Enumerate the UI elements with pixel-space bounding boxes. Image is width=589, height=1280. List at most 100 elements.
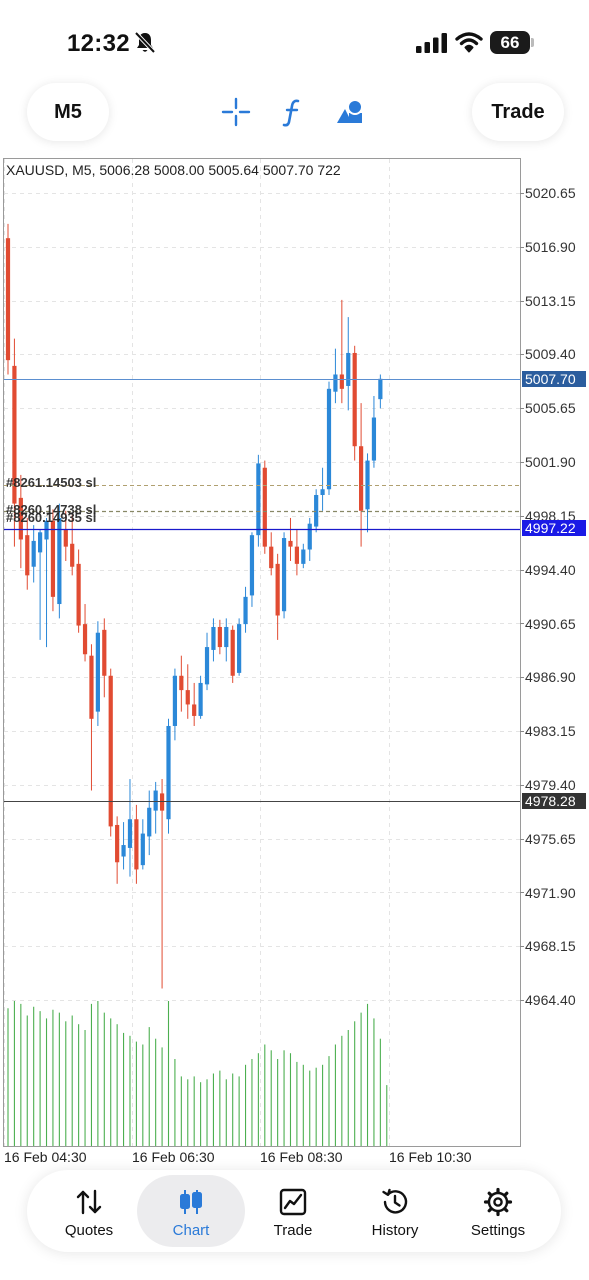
bull-candle (57, 517, 62, 605)
trade-button[interactable]: Trade (472, 83, 564, 141)
bear-candle (192, 704, 197, 716)
bull-candle (211, 626, 216, 650)
bull-candle (204, 647, 210, 685)
bull-candle (307, 523, 312, 550)
tab-trade[interactable]: Trade (239, 1175, 347, 1247)
time-tick: 16 Feb 06:30 (132, 1149, 215, 1165)
crosshair-icon[interactable] (221, 97, 251, 127)
bull-candle (243, 596, 248, 625)
tab-label: Chart (172, 1222, 210, 1239)
tab-quotes[interactable]: Quotes (35, 1175, 143, 1247)
bull-candle (127, 819, 133, 848)
time-tick: 16 Feb 10:30 (389, 1149, 472, 1165)
bull-candle (38, 532, 43, 553)
price-tick: 4994.40 (525, 562, 576, 578)
bull-candle (365, 460, 370, 510)
status-bar: 12:32 66 (0, 0, 589, 70)
bear-candle (63, 529, 68, 547)
price-tick: 5009.40 (525, 346, 576, 362)
bear-candle (288, 540, 293, 547)
bull-candle (121, 845, 126, 857)
bear-candle (50, 520, 56, 597)
bull-candle (95, 632, 100, 712)
wifi-icon (455, 32, 483, 53)
bid-price-tag: 5007.70 (522, 371, 586, 387)
bear-candle (115, 824, 120, 863)
bear-candle (76, 563, 81, 626)
price-tick: 5020.65 (525, 185, 576, 201)
price-tick: 4971.90 (525, 885, 576, 901)
bear-candle (275, 563, 280, 616)
bull-candle (301, 549, 306, 564)
bear-candle (82, 624, 88, 655)
bull-candle (326, 388, 332, 490)
chart-header: XAUUSD, M5, 5006.28 5008.00 5005.64 5007… (6, 162, 341, 178)
price-tick: 5016.90 (525, 239, 576, 255)
price-tick: 4968.15 (525, 938, 576, 954)
bear-candle (359, 446, 364, 511)
bull-candle (166, 725, 171, 820)
bear-candle (294, 546, 299, 564)
tab-label: History (371, 1222, 419, 1239)
tab-settings[interactable]: Settings (444, 1175, 552, 1247)
signal-icon (416, 33, 447, 53)
tab-history[interactable]: History (341, 1175, 449, 1247)
price-tick: 4986.90 (525, 669, 576, 685)
time-tick: 16 Feb 08:30 (260, 1149, 343, 1165)
bull-candle (378, 378, 383, 400)
order-price-tag: 4997.22 (522, 520, 586, 536)
bear-candle (25, 535, 30, 576)
bull-candle (249, 535, 255, 596)
bear-candle (108, 675, 113, 827)
bull-candle (140, 833, 145, 866)
bear-candle (89, 655, 94, 719)
order-line-label[interactable]: #8261.14503 sl (6, 475, 96, 490)
bear-candle (159, 793, 165, 811)
price-chart[interactable]: XAUUSD, M5, 5006.28 5008.00 5005.64 5007… (0, 155, 589, 1170)
bell-slash-icon (134, 31, 156, 54)
battery-icon: 66 (490, 31, 534, 54)
price-tick: 5013.15 (525, 293, 576, 309)
price-tick: 4979.40 (525, 777, 576, 793)
price-tick: 4983.15 (525, 723, 576, 739)
bottom-tab-bar: Quotes Chart Trade History Settings (27, 1170, 561, 1252)
bear-candle (262, 467, 267, 547)
bear-candle (230, 629, 235, 676)
bull-candle (320, 489, 325, 495)
bull-candle (198, 682, 203, 716)
history-icon (382, 1188, 408, 1214)
bull-candle (256, 463, 261, 536)
bull-candle (371, 417, 377, 461)
bear-candle (217, 626, 222, 648)
bear-candle (5, 238, 11, 361)
tab-label: Settings (470, 1222, 526, 1239)
chart-toolbar: M5 Trade (0, 80, 589, 146)
tab-chart[interactable]: Chart (137, 1175, 245, 1247)
quotes-icon (76, 1189, 102, 1215)
bull-candle (153, 790, 158, 811)
bull-candle (346, 352, 351, 386)
price-tick: 4990.65 (525, 616, 576, 632)
battery-level: 66 (490, 31, 530, 54)
chart-icon (180, 1190, 202, 1214)
stop-price-tag: 4978.28 (522, 793, 586, 809)
timeframe-button[interactable]: M5 (27, 83, 109, 141)
price-tick: 5001.90 (525, 454, 576, 470)
objects-icon[interactable] (335, 97, 365, 127)
bull-candle (237, 624, 242, 673)
bear-candle (134, 819, 139, 870)
bull-candle (333, 374, 338, 392)
bull-candle (31, 540, 36, 567)
settings-icon (483, 1187, 513, 1217)
bull-candle (147, 807, 152, 837)
status-time: 12:32 (67, 30, 130, 57)
bear-candle (185, 690, 190, 705)
indicator-icon[interactable] (278, 97, 308, 127)
time-tick: 16 Feb 04:30 (4, 1149, 87, 1165)
bull-candle (224, 626, 229, 648)
bear-candle (352, 352, 357, 447)
order-line-label[interactable]: #8260.14935 sl (6, 510, 96, 525)
bear-candle (339, 374, 344, 389)
bear-candle (102, 629, 107, 676)
candlestick-chart[interactable] (0, 155, 589, 1170)
